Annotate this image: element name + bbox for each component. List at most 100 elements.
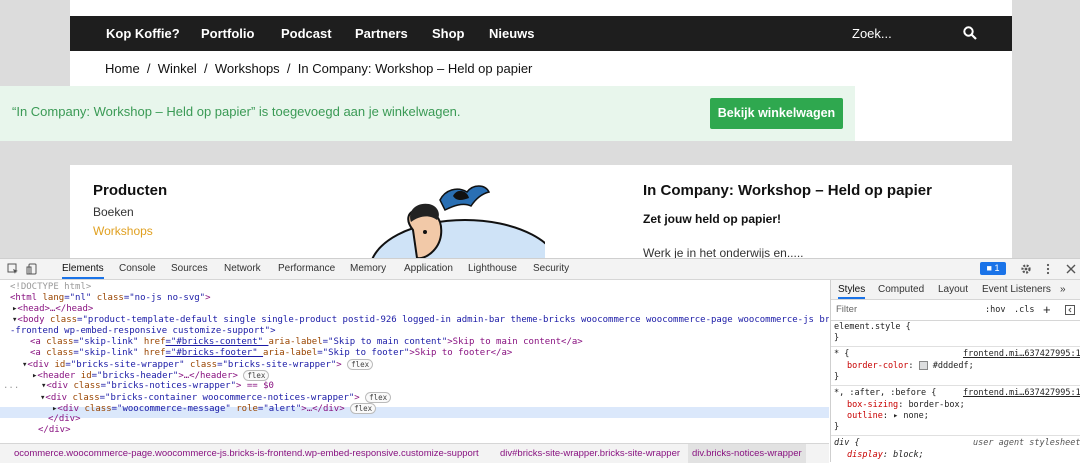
inspect-icon[interactable] bbox=[7, 263, 19, 275]
tab-security[interactable]: Security bbox=[533, 259, 569, 279]
gear-icon[interactable] bbox=[1020, 263, 1032, 275]
flex-badge[interactable]: flex bbox=[347, 359, 374, 370]
dom-node-head[interactable]: ▸<head>…</head> bbox=[12, 304, 93, 315]
dom-node-html[interactable]: <html lang="nl" class="no-js no-svg"> bbox=[10, 293, 211, 304]
tab-event-listeners[interactable]: Event Listeners bbox=[982, 280, 1051, 299]
more-options-icon[interactable] bbox=[1042, 263, 1054, 275]
view-cart-button[interactable]: Bekijk winkelwagen bbox=[710, 98, 843, 129]
dom-crumb-notices-wrapper[interactable]: div.bricks-notices-wrapper bbox=[688, 444, 806, 463]
breadcrumb-home[interactable]: Home bbox=[105, 61, 140, 76]
property-value: none; bbox=[903, 411, 929, 421]
tag: <div bbox=[57, 404, 85, 414]
device-toolbar-icon[interactable] bbox=[26, 263, 38, 275]
property-name: box-sizing bbox=[847, 400, 899, 410]
nav-item-portfolio[interactable]: Portfolio bbox=[201, 16, 254, 51]
dom-node-woocommerce-message[interactable]: ▸<div class="woocommerce-message" role="… bbox=[52, 403, 377, 414]
rule-declaration[interactable]: border-color: #dddedf; bbox=[847, 361, 974, 372]
close-icon[interactable] bbox=[1065, 263, 1077, 275]
search-icon[interactable] bbox=[963, 26, 977, 40]
filter-input[interactable]: Filter bbox=[836, 304, 857, 315]
nav-item-nieuws[interactable]: Nieuws bbox=[489, 16, 535, 51]
hover-state-toggle[interactable]: :hov bbox=[985, 305, 1005, 315]
tag: <div bbox=[45, 393, 73, 403]
nav-item-kop-koffie[interactable]: Kop Koffie? bbox=[106, 16, 180, 51]
flex-badge[interactable]: flex bbox=[350, 403, 377, 414]
tag: <div bbox=[27, 360, 55, 370]
tag: <header bbox=[37, 371, 81, 381]
rule-declaration[interactable]: display: block; bbox=[847, 450, 924, 461]
sidebar-item-workshops[interactable]: Workshops bbox=[93, 224, 153, 238]
attr-value: ="bricks-site-wrapper" bbox=[65, 360, 190, 370]
more-tabs-button[interactable]: » bbox=[1060, 280, 1066, 299]
tab-performance[interactable]: Performance bbox=[278, 259, 335, 279]
attr-name: class bbox=[84, 404, 112, 414]
rule-selector[interactable]: div { bbox=[834, 438, 860, 449]
class-toggle[interactable]: .cls bbox=[1014, 305, 1034, 315]
attr-value: ="bricks-header" bbox=[91, 371, 179, 381]
dom-node-body[interactable]: ▾<body class="product-template-default s… bbox=[12, 315, 829, 326]
rule-divider bbox=[831, 435, 1080, 436]
flex-badge[interactable]: flex bbox=[243, 370, 270, 381]
more-actions-icon[interactable]: ... bbox=[3, 381, 19, 391]
attr-value: ="bricks-notices-wrapper" bbox=[100, 381, 237, 391]
search-input[interactable]: Zoek... bbox=[852, 16, 892, 51]
dom-node-skip-link[interactable]: <a class="skip-link" href="#bricks-conte… bbox=[30, 337, 583, 348]
rule-declaration[interactable]: box-sizing: border-box; bbox=[847, 400, 965, 411]
tab-console[interactable]: Console bbox=[119, 259, 156, 279]
tag: <head>…</head> bbox=[17, 304, 94, 314]
rule-selector[interactable]: * { bbox=[834, 349, 849, 360]
dom-node-notices-wrapper[interactable]: ... ▾<div class="bricks-notices-wrapper"… bbox=[3, 381, 274, 392]
tab-sources[interactable]: Sources bbox=[171, 259, 208, 279]
tag: <a bbox=[30, 337, 47, 347]
attr-value: ="Skip to footer" bbox=[317, 348, 410, 358]
sidebar-item-boeken[interactable]: Boeken bbox=[93, 205, 134, 219]
dom-node-close-div[interactable]: </div> bbox=[38, 425, 71, 436]
dom-node-skip-link[interactable]: <a class="skip-link" href="#bricks-foote… bbox=[30, 348, 512, 359]
nav-item-podcast[interactable]: Podcast bbox=[281, 16, 332, 51]
attr-name: class bbox=[49, 315, 78, 325]
attr-value[interactable]: ="#bricks-footer" bbox=[166, 348, 264, 358]
dom-node-site-wrapper[interactable]: ▾<div id="bricks-site-wrapper" class="br… bbox=[22, 359, 374, 370]
dom-node-notices-container[interactable]: ▾<div class="bricks-container woocommerc… bbox=[40, 392, 392, 403]
tab-network[interactable]: Network bbox=[224, 259, 261, 279]
attr-value[interactable]: ="#bricks-content" bbox=[166, 337, 269, 347]
tab-computed[interactable]: Computed bbox=[878, 280, 924, 299]
tab-styles[interactable]: Styles bbox=[838, 280, 866, 299]
expand-triangle-icon[interactable]: ▸ bbox=[893, 411, 898, 421]
rule-source-label: user agent stylesheet bbox=[973, 438, 1080, 448]
page-viewport: Kop Koffie? Portfolio Podcast Partners S… bbox=[0, 0, 1080, 258]
rule-element-style[interactable]: element.style { bbox=[834, 322, 911, 333]
breadcrumb-workshops[interactable]: Workshops bbox=[215, 61, 280, 76]
color-swatch-icon[interactable] bbox=[918, 361, 928, 370]
nav-item-partners[interactable]: Partners bbox=[355, 16, 408, 51]
flex-badge[interactable]: flex bbox=[365, 392, 392, 403]
dom-crumb-body[interactable]: ocommerce.woocommerce-page.woocommerce-j… bbox=[14, 444, 479, 463]
rule-source-link[interactable]: frontend.mi…637427995:1 bbox=[963, 349, 1080, 360]
sidebar-toggle-icon[interactable] bbox=[1065, 305, 1075, 315]
issues-count: 1 bbox=[994, 263, 1000, 273]
property-name: outline bbox=[847, 411, 883, 421]
tab-memory[interactable]: Memory bbox=[350, 259, 386, 279]
rule-declaration[interactable]: outline: ▸ none; bbox=[847, 411, 929, 422]
dom-crumb-site-wrapper[interactable]: div#bricks-site-wrapper.bricks-site-wrap… bbox=[500, 444, 680, 463]
attr-name: class bbox=[73, 381, 101, 391]
rule-selector[interactable]: *, :after, :before { bbox=[834, 388, 936, 399]
attr-value: ="woocommerce-message" bbox=[111, 404, 237, 414]
rule-divider bbox=[831, 385, 1080, 386]
tag: <body bbox=[17, 315, 50, 325]
dom-node-close-div[interactable]: </div> bbox=[48, 414, 81, 425]
tab-elements[interactable]: Elements bbox=[62, 259, 104, 279]
dom-node-doctype[interactable]: <!DOCTYPE html> bbox=[10, 282, 91, 293]
rule-source-link[interactable]: frontend.mi…637427995:1 bbox=[963, 388, 1080, 399]
dom-node-header[interactable]: ▸<header id="bricks-header">…</header> f… bbox=[32, 370, 270, 381]
breadcrumb-separator: / bbox=[146, 61, 151, 76]
breadcrumb-winkel[interactable]: Winkel bbox=[158, 61, 197, 76]
nav-item-shop[interactable]: Shop bbox=[432, 16, 465, 51]
attr-name: role bbox=[236, 404, 258, 414]
add-rule-button[interactable]: + bbox=[1043, 302, 1051, 317]
issues-badge[interactable]: ■ 1 bbox=[980, 262, 1006, 275]
tab-lighthouse[interactable]: Lighthouse bbox=[468, 259, 517, 279]
tab-layout[interactable]: Layout bbox=[938, 280, 968, 299]
tab-application[interactable]: Application bbox=[404, 259, 453, 279]
dom-node-body-cont[interactable]: -frontend wp-embed-responsive customize-… bbox=[10, 326, 276, 337]
